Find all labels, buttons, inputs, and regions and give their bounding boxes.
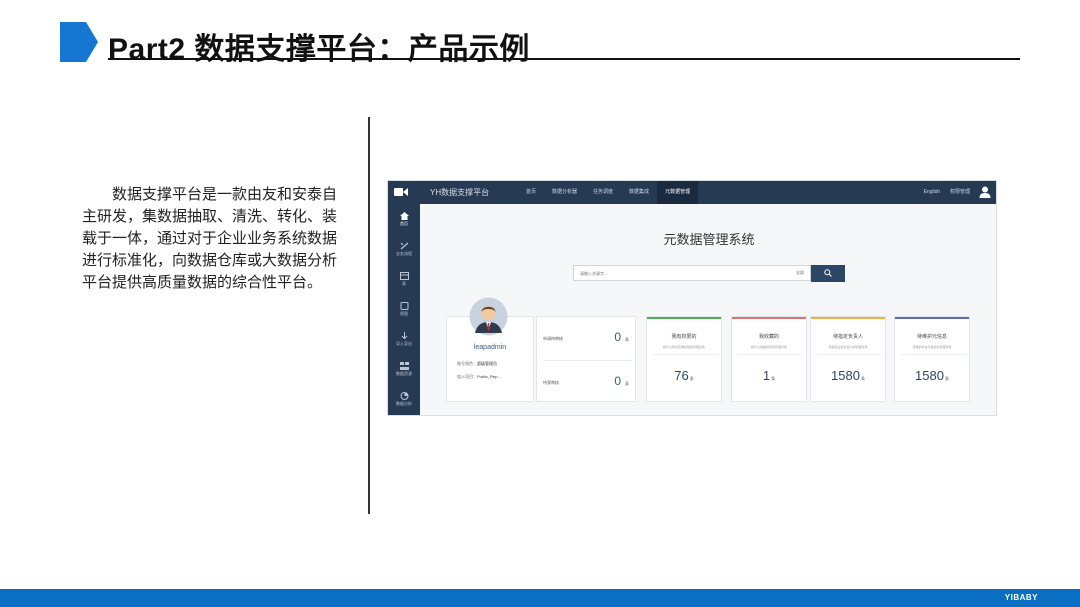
stat-divider bbox=[901, 354, 965, 355]
permission-link[interactable]: 权限管理 bbox=[950, 181, 970, 204]
stat-title: 待维护元信息 bbox=[916, 334, 947, 340]
approval-card: 申请待审核 0 条 待我审核 0 条 bbox=[536, 316, 636, 402]
app-screenshot: YH数据支撑平台 首页 数据分析器 任务调度 数据集成 元数据管理 Englis… bbox=[387, 180, 997, 416]
search-button[interactable] bbox=[811, 265, 845, 282]
sidebar-item-label: 视图 bbox=[400, 311, 408, 316]
stat-description: 待指定业务负责人的管理对象 bbox=[828, 345, 868, 349]
nav-item-schedule[interactable]: 任务调度 bbox=[585, 181, 621, 204]
system-title: 元数据管理系统 bbox=[663, 233, 755, 248]
sidebar-item-label: 数据分析 bbox=[396, 401, 412, 406]
username[interactable]: leapadmin bbox=[447, 344, 533, 351]
stat-value-row: 1580条 bbox=[895, 368, 969, 383]
sidebar-item-view[interactable]: 视图 bbox=[388, 298, 420, 328]
approval-unit: 条 bbox=[625, 337, 629, 342]
stat-value-row: 76条 bbox=[647, 368, 721, 383]
approval-divider bbox=[543, 360, 631, 361]
stat-accent-bar bbox=[895, 317, 969, 319]
sidebar-item-label: 首页 bbox=[400, 221, 408, 226]
intro-paragraph: 数据支撑平台是一款由友和安泰自主研发，集数据抽取、清洗、转化、装载于一体，通过对… bbox=[82, 185, 338, 291]
nav-item-home[interactable]: 首页 bbox=[518, 181, 544, 204]
title-marker-icon bbox=[60, 22, 98, 62]
search-icon bbox=[824, 269, 832, 277]
stat-card-favorites[interactable]: 我收藏的 我可以收藏的所有管理对象 1条 bbox=[731, 316, 807, 402]
stat-divider bbox=[817, 354, 881, 355]
stat-card-owner[interactable]: 待指定负责人 待指定业务负责人的管理对象 1580条 bbox=[810, 316, 886, 402]
user-project-row: 加入项目：Public_Rep... bbox=[457, 374, 501, 380]
app-topbar: YH数据支撑平台 首页 数据分析器 任务调度 数据集成 元数据管理 Englis… bbox=[388, 181, 996, 204]
sidebar: 首页 业务流程 表 视图 导入导出 数据资源 数据分析 bbox=[388, 204, 420, 415]
search-box: 全部 bbox=[573, 265, 811, 281]
stat-accent-bar bbox=[647, 317, 721, 319]
role-value: 超级管理员 bbox=[477, 361, 497, 366]
stat-title: 我收藏的 bbox=[758, 334, 779, 340]
app-title: YH数据支撑平台 bbox=[430, 188, 490, 197]
pie-icon bbox=[400, 392, 408, 400]
stat-description: 待维护补充元信息的管理对象 bbox=[912, 345, 952, 349]
sidebar-item-process[interactable]: 业务流程 bbox=[388, 238, 420, 268]
role-label: 账号角色： bbox=[457, 361, 477, 366]
stat-accent-bar bbox=[732, 317, 806, 319]
sidebar-item-label: 业务流程 bbox=[396, 251, 412, 256]
project-label: 加入项目： bbox=[457, 374, 477, 379]
logo-icon bbox=[394, 188, 408, 196]
footer-brand: YIBABY bbox=[1004, 593, 1038, 602]
sidebar-item-import[interactable]: 导入导出 bbox=[388, 328, 420, 358]
sidebar-item-label: 表 bbox=[402, 281, 406, 286]
nav-item-analyzer[interactable]: 数据分析器 bbox=[544, 181, 585, 204]
stat-value: 1580 bbox=[915, 368, 944, 383]
stat-title: 我有权限的 bbox=[671, 334, 697, 340]
top-right-links: English 权限管理 bbox=[924, 181, 970, 204]
stat-unit: 条 bbox=[771, 376, 776, 381]
stat-value-row: 1580条 bbox=[811, 368, 885, 383]
table-icon bbox=[399, 272, 409, 280]
flow-icon bbox=[400, 242, 408, 250]
user-role-row: 账号角色：超级管理员 bbox=[457, 361, 497, 367]
import-icon bbox=[401, 332, 407, 340]
stat-description: 我可以收藏的所有管理对象 bbox=[750, 345, 787, 349]
view-icon bbox=[400, 302, 408, 310]
stat-accent-bar bbox=[811, 317, 885, 319]
user-icon[interactable] bbox=[978, 185, 992, 199]
approval-count[interactable]: 0 bbox=[614, 330, 621, 344]
stat-divider bbox=[653, 354, 717, 355]
stat-value-row: 1条 bbox=[732, 368, 806, 383]
top-nav: 首页 数据分析器 任务调度 数据集成 元数据管理 bbox=[518, 181, 699, 204]
stat-card-permission[interactable]: 我有权限的 我可以申请查看权限的管理对象 76条 bbox=[646, 316, 722, 402]
stat-title: 待指定负责人 bbox=[832, 334, 863, 340]
sidebar-item-label: 数据资源 bbox=[396, 371, 412, 376]
approval-unit: 条 bbox=[625, 381, 629, 386]
sidebar-item-label: 导入导出 bbox=[396, 341, 412, 346]
approval-label: 待我审核 bbox=[543, 380, 559, 385]
stat-divider bbox=[738, 354, 802, 355]
language-link[interactable]: English bbox=[924, 181, 940, 204]
project-value: Public_Rep... bbox=[477, 374, 501, 379]
sidebar-item-home[interactable]: 首页 bbox=[388, 208, 420, 238]
approval-count[interactable]: 0 bbox=[614, 374, 621, 388]
stat-unit: 条 bbox=[944, 376, 949, 381]
stat-unit: 条 bbox=[860, 376, 865, 381]
stat-unit: 条 bbox=[689, 376, 694, 381]
stat-value: 76 bbox=[674, 368, 689, 383]
sidebar-item-analysis[interactable]: 数据分析 bbox=[388, 388, 420, 415]
title-underline bbox=[108, 58, 1020, 60]
nav-item-metadata[interactable]: 元数据管理 bbox=[657, 181, 699, 204]
stat-card-metainfo[interactable]: 待维护元信息 待维护补充元信息的管理对象 1580条 bbox=[894, 316, 970, 402]
nav-item-integration[interactable]: 数据集成 bbox=[621, 181, 657, 204]
grid-icon bbox=[399, 362, 409, 370]
stat-value: 1580 bbox=[831, 368, 860, 383]
approval-label: 申请待审核 bbox=[543, 336, 563, 341]
search-scope-select[interactable]: 全部 bbox=[796, 270, 804, 276]
avatar-icon bbox=[469, 297, 508, 336]
page-title: Part2 数据支撑平台：产品示例 bbox=[108, 33, 530, 66]
footer-bar: YIBABY bbox=[0, 589, 1080, 607]
home-icon bbox=[399, 212, 409, 220]
stat-value: 1 bbox=[762, 368, 771, 383]
sidebar-item-table[interactable]: 表 bbox=[388, 268, 420, 298]
search-input[interactable] bbox=[574, 266, 774, 280]
sidebar-item-resource[interactable]: 数据资源 bbox=[388, 358, 420, 388]
stat-description: 我可以申请查看权限的管理对象 bbox=[662, 345, 705, 349]
vertical-divider bbox=[368, 117, 370, 514]
